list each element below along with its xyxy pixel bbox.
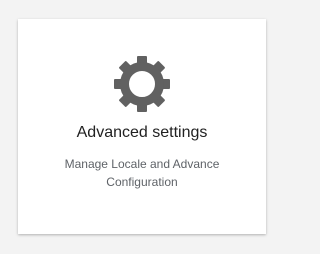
card-description: Manage Locale and Advance Configuration xyxy=(64,157,220,189)
card-title: Advanced settings xyxy=(76,124,208,141)
advanced-settings-card[interactable]: Advanced settings Manage Locale and Adva… xyxy=(18,19,266,234)
gear-icon xyxy=(112,54,172,114)
